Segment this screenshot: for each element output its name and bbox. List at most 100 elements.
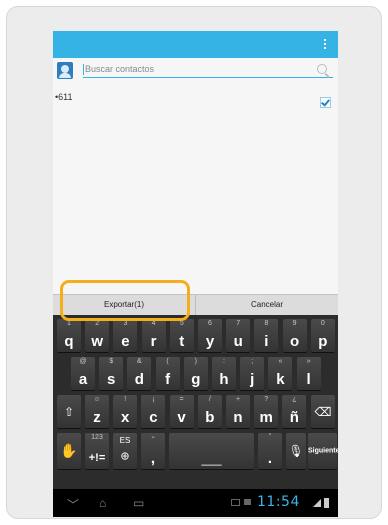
back-icon[interactable]: ﹀	[67, 496, 79, 513]
contact-checkbox[interactable]	[320, 97, 331, 108]
key-label: h	[219, 371, 229, 388]
contacts-app-icon[interactable]	[57, 62, 73, 79]
cancel-button[interactable]: Cancelar	[196, 295, 338, 315]
status-clock: 11:54	[257, 494, 300, 510]
enter-key[interactable]: Siguiente	[308, 433, 338, 469]
key-a[interactable]: @ a	[71, 357, 95, 390]
key-hint: +	[235, 396, 241, 403]
key-hint: ;	[251, 358, 254, 365]
key-q[interactable]: 1q	[57, 319, 81, 352]
key-label: t	[179, 333, 185, 350]
key-h[interactable]: :h	[212, 357, 236, 390]
search-bar: Buscar contactos	[53, 58, 338, 83]
key-hint: 6	[208, 320, 212, 327]
swype-hand-icon: ✋	[60, 442, 78, 459]
enter-label: Siguiente	[308, 447, 338, 455]
comma-label: ,	[150, 450, 156, 467]
key-label: i	[264, 333, 269, 350]
key-hint: ¡	[152, 396, 155, 403]
key-w[interactable]: 2w	[85, 319, 110, 352]
key-j[interactable]: ; j	[240, 357, 265, 390]
key-label: s	[107, 371, 116, 388]
key-hint: ☺	[93, 396, 101, 403]
key-x[interactable]: ! x	[113, 395, 138, 428]
home-icon[interactable]: ⌂	[99, 496, 106, 510]
swype-key[interactable]: ✋	[57, 433, 81, 469]
device-screen: Buscar contactos •611 Exportar(1) Cancel…	[53, 31, 338, 517]
key-label: c	[149, 409, 158, 426]
key-ñ[interactable]: ¿ ñ	[282, 395, 307, 428]
signal-icon	[313, 499, 321, 507]
key-d[interactable]: & d	[127, 357, 152, 390]
key-hint: 4	[151, 320, 156, 327]
key-t[interactable]: 5t	[169, 319, 194, 352]
key-label: e	[121, 333, 130, 350]
key-hint: $	[109, 358, 114, 365]
comma-key[interactable]: -,	[141, 433, 165, 469]
key-hint: 1	[67, 320, 71, 327]
symbols-key[interactable]: 123 +!=	[85, 433, 109, 469]
key-hint: )	[194, 358, 197, 365]
key-v[interactable]: = v	[169, 395, 194, 428]
key-f[interactable]: (f	[155, 357, 180, 390]
key-c[interactable]: ¡ c	[141, 395, 166, 428]
key-i[interactable]: 8i	[254, 319, 279, 352]
key-o[interactable]: 9o	[282, 319, 307, 352]
key-hint: :	[223, 358, 225, 365]
on-screen-keyboard: 1 q 2 w 3 e 4 r 5 t 6 y 7 u 8 i 9 o 0 p @ a $ s & d(f) g: h; j «k» l ☺ z…	[53, 315, 338, 489]
key-n[interactable]: + n	[226, 395, 250, 428]
key-hint: 3	[123, 320, 128, 327]
period-key[interactable]: '.	[258, 433, 282, 469]
key-p[interactable]: 0p	[310, 319, 335, 352]
mic-key[interactable]: 🎙	[286, 433, 306, 469]
key-r[interactable]: 4r	[141, 319, 166, 352]
contact-name: •611	[55, 92, 73, 102]
language-key[interactable]: ES ⊕	[113, 433, 137, 469]
space-bar-icon: ___	[201, 451, 222, 466]
key-hint: @	[79, 358, 87, 365]
list-item[interactable]: •611	[53, 92, 338, 112]
key-l[interactable]: » l	[296, 357, 321, 390]
key-z[interactable]: ☺ z	[85, 395, 109, 428]
key-label: b	[205, 409, 215, 426]
key-u[interactable]: 7u	[226, 319, 251, 352]
notification-icon	[231, 499, 240, 506]
dash-label: -	[151, 432, 155, 443]
delete-key[interactable]: ⌫	[311, 395, 335, 428]
battery-icon	[324, 498, 329, 508]
symbols-label: +!=	[88, 452, 106, 464]
key-hint: (	[166, 358, 169, 365]
key-label: z	[93, 409, 101, 426]
key-hint: 7	[236, 320, 241, 327]
shift-key[interactable]: ⇧	[57, 395, 81, 428]
shift-icon: ⇧	[63, 404, 75, 419]
key-m[interactable]: ? m	[254, 395, 279, 428]
action-bar	[53, 31, 338, 58]
key-y[interactable]: 6y	[198, 319, 222, 352]
key-label: j	[250, 371, 255, 388]
key-label: l	[306, 371, 311, 388]
search-input[interactable]: Buscar contactos	[83, 62, 333, 78]
overflow-menu-icon[interactable]	[324, 39, 326, 51]
period-label: .	[267, 450, 273, 467]
key-label: w	[91, 333, 104, 350]
key-hint: «	[278, 358, 283, 365]
search-icon[interactable]	[317, 64, 327, 74]
screenshot-icon	[244, 499, 251, 505]
key-s[interactable]: $ s	[99, 357, 124, 390]
key-hint: &	[137, 358, 142, 365]
microphone-icon: 🎙	[288, 444, 304, 458]
key-b[interactable]: / b	[197, 395, 222, 428]
recent-apps-icon[interactable]: ▭	[133, 496, 144, 510]
key-hint: ¿	[292, 396, 297, 403]
key-k[interactable]: «k	[268, 357, 293, 390]
space-key[interactable]: ___	[169, 433, 254, 469]
key-e[interactable]: 3e	[113, 319, 138, 352]
key-hint: /	[208, 396, 211, 403]
key-label: y	[205, 333, 215, 350]
search-placeholder: Buscar contactos	[85, 64, 155, 74]
key-g[interactable]: ) g	[183, 357, 208, 390]
key-hint: =	[179, 396, 184, 403]
key-label: d	[134, 371, 144, 388]
key-label: o	[290, 333, 300, 350]
